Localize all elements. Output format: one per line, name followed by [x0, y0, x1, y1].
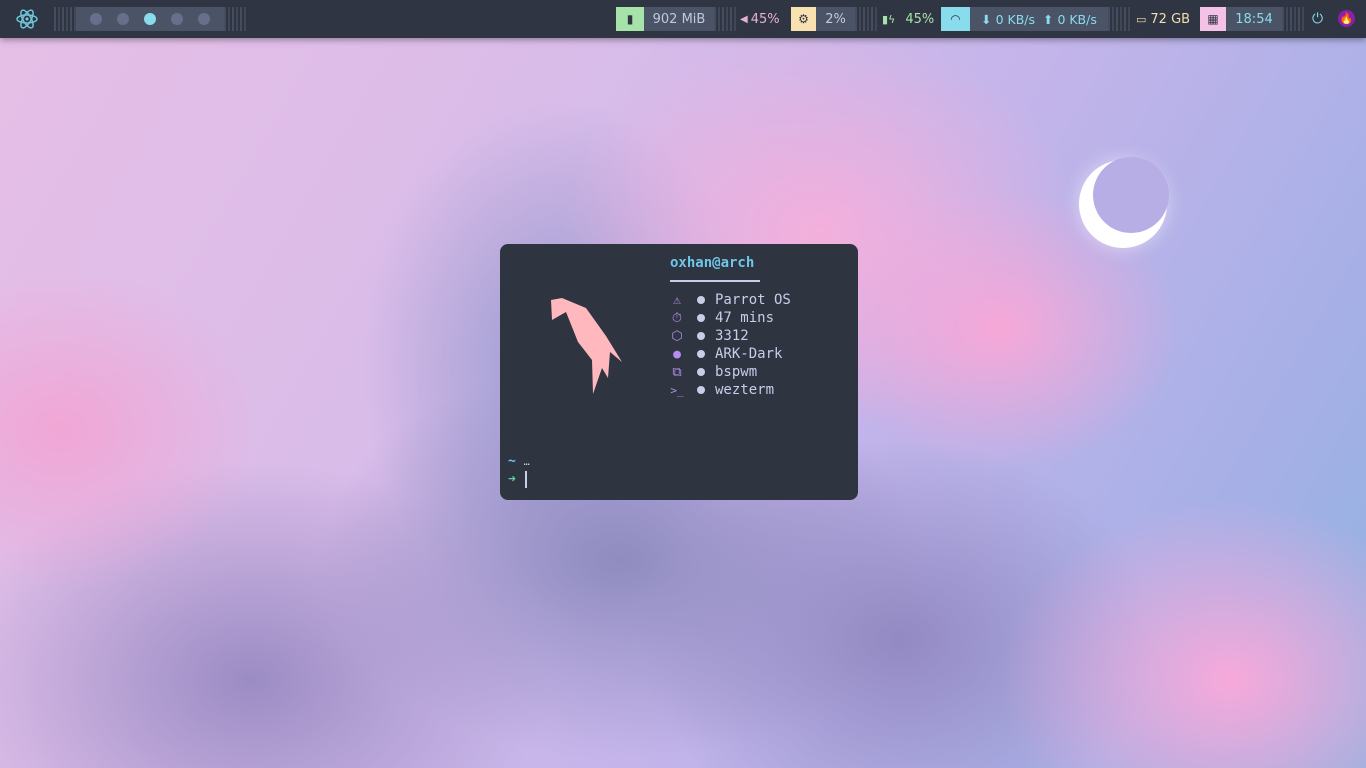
prompt-arrow: ➜ [508, 472, 516, 487]
clock-value: 18:54 [1235, 11, 1273, 27]
workspace-1[interactable] [90, 13, 102, 25]
moon [1079, 157, 1169, 248]
info-uptime: ⏱ 47 mins [671, 310, 775, 326]
upload-icon: ⬆ [1042, 11, 1054, 27]
drive-icon: ▭ [1136, 12, 1147, 26]
cwd-suffix: … [523, 457, 530, 468]
cpu-value: 2% [825, 11, 846, 27]
calendar-clock-icon: ▦ [1200, 7, 1226, 31]
cursor [524, 471, 527, 488]
info-terminal: >_ wezterm [670, 382, 775, 398]
wifi-icon[interactable]: ◠ [941, 7, 970, 31]
parrot-logo [551, 298, 622, 394]
workspace-4[interactable] [171, 13, 183, 25]
firefox-flame-icon[interactable]: 🔥 [1338, 10, 1355, 27]
info-theme: ● ARK-Dark [670, 345, 782, 363]
battery-charging-icon: ▮ϟ [882, 12, 896, 26]
cpu-icon: ⚙ [791, 7, 816, 31]
disk-value: 72 GB [1150, 11, 1191, 27]
package-icon: ⬡ [671, 328, 683, 344]
upload-speed: 0 KB/s [1057, 11, 1097, 27]
volume-value: 45% [750, 11, 780, 27]
cwd: ~ [508, 454, 516, 469]
prompt-cwd-line: ~ … [508, 454, 530, 469]
speaker-icon: ◀ [740, 13, 748, 25]
separator [670, 280, 760, 282]
power-icon[interactable]: ⏻ [1312, 7, 1323, 31]
memory-chip-icon: ▮ [616, 7, 644, 31]
workspaces [76, 7, 224, 31]
palette-icon: ● [673, 346, 681, 362]
volume[interactable]: ◀ 45% [740, 7, 780, 31]
info-os: ⚠ Parrot OS [670, 291, 791, 309]
terminal-icon: >_ [670, 383, 684, 397]
top-bar: ▮ 902 MiB ◀ 45% ⚙ 2% ▮ϟ 45% ◠ ⬇ 0 KB/s ⬆ 0… [0, 0, 1366, 38]
download-speed: 0 KB/s [995, 11, 1036, 27]
download-icon: ⬇ [981, 11, 992, 27]
user-host: oxhan@arch [670, 255, 755, 271]
info-packages: ⬡ 3312 [671, 328, 749, 344]
timer-icon: ⏱ [671, 310, 683, 326]
workspace-5[interactable] [198, 13, 210, 25]
prompt-line[interactable]: ➜ [508, 471, 527, 488]
atom-icon[interactable] [14, 7, 40, 31]
info-wm: ⧉ bspwm [670, 363, 757, 381]
workspace-2[interactable] [117, 13, 129, 25]
workspace-3[interactable] [144, 13, 156, 25]
linux-icon: ⚠ [673, 292, 681, 308]
windows-icon: ⧉ [672, 364, 682, 380]
terminal-window[interactable]: oxhan@arch ⚠ Parrot OS ⏱ 47 mins ⬡ 3312 ● AR… [500, 244, 858, 500]
battery-value: 45% [905, 11, 935, 27]
memory-value: 902 MiB [652, 11, 706, 27]
